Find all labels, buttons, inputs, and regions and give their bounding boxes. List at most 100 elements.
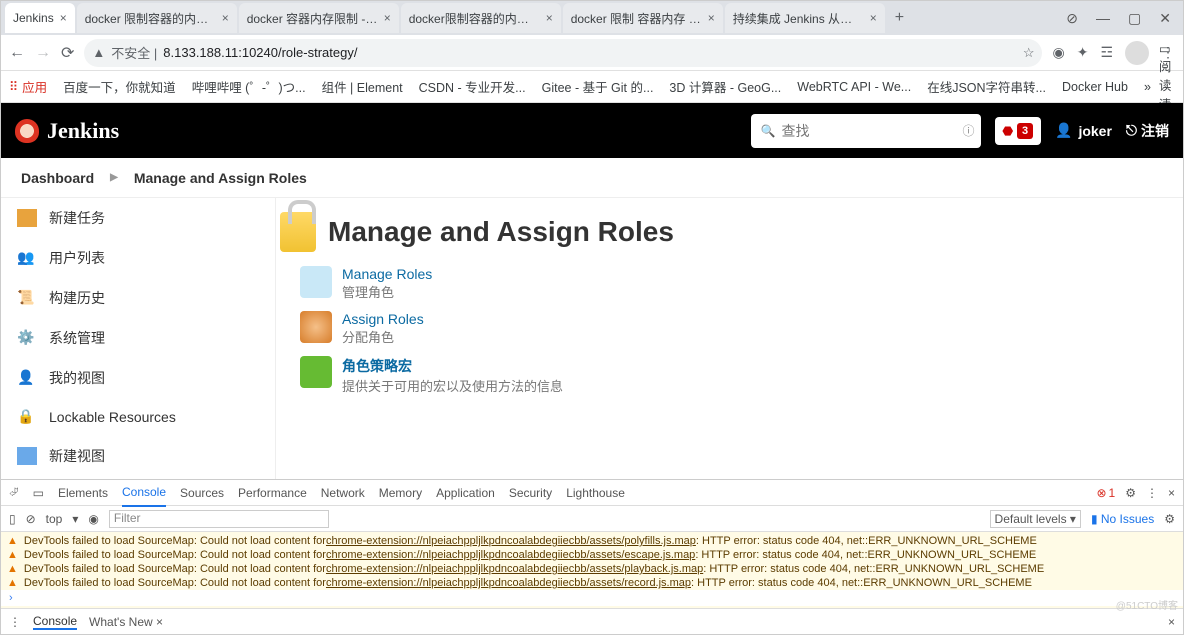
console-line: ▲DevTools failed to load SourceMap: Coul… [1,562,1183,576]
list-icon[interactable]: ☲ [1100,44,1113,61]
error-counter[interactable]: ⊗ 1 [1096,486,1115,500]
option-manage-roles[interactable]: Manage Roles管理角色 [300,266,1183,301]
back-icon[interactable]: ← [9,44,25,62]
url-text: 8.133.188.11:10240/role-strategy/ [163,45,357,60]
filter-input[interactable]: Filter [109,510,329,528]
sidebar-item-newview[interactable]: 新建视图 [1,436,275,476]
browser-tab[interactable]: Jenkins× [5,3,75,33]
bookmark-item[interactable]: CSDN - 专业开发... [419,77,526,96]
chevron-right-icon: ▶ [110,172,118,183]
star-icon[interactable]: ☆ [1023,45,1035,61]
clear-icon[interactable]: ⊘ [26,512,36,526]
footer-whatsnew[interactable]: What's New × [89,615,163,629]
dt-tab-security[interactable]: Security [509,480,552,506]
page-title: Manage and Assign Roles [328,216,674,248]
menu-icon[interactable]: ⋮ [1146,486,1158,500]
maximize-icon[interactable]: ▢ [1128,10,1141,27]
search-input[interactable] [781,123,962,139]
minimize-icon[interactable]: — [1096,10,1110,27]
bookmark-item[interactable]: WebRTC API - We... [797,80,911,94]
close-icon[interactable]: × [384,11,391,25]
people-icon: 👥 [17,249,37,267]
chevron-down-icon[interactable]: ▾ [72,512,78,526]
close-icon[interactable]: × [1168,486,1175,500]
bookmark-item[interactable]: 百度一下，你就知道 [63,77,176,96]
address-bar[interactable]: ▲ 不安全 | 8.133.188.11:10240/role-strategy… [84,39,1042,67]
lock-icon [280,212,316,252]
dt-tab-console[interactable]: Console [122,479,166,507]
sidebar-icon[interactable]: ▯ [9,512,16,526]
notification-badge[interactable]: ⬣ 3 [995,117,1041,145]
close-icon[interactable]: × [60,11,67,25]
history-icon: 📜 [17,289,37,307]
dt-tab-sources[interactable]: Sources [180,480,224,506]
close-icon[interactable]: × [1168,615,1175,629]
close-icon[interactable]: ✕ [1159,10,1171,27]
context-select[interactable]: top [46,512,63,526]
bookmark-item[interactable]: 3D 计算器 - GeoG... [669,77,781,96]
sidebar-item-new[interactable]: 新建任务 [1,198,275,238]
bookmark-item[interactable]: 哔哩哔哩 (゜-゜)つ... [192,77,306,96]
user-icon: 👤 [1055,122,1072,139]
bookmark-item[interactable]: Gitee - 基于 Git 的... [542,77,654,96]
dt-tab-lighthouse[interactable]: Lighthouse [566,480,625,506]
sidebar-item-manage[interactable]: ⚙️系统管理 [1,318,275,358]
browser-tab[interactable]: docker 容器内存限制 - CSD× [239,3,399,33]
bookmark-item[interactable]: 组件 | Element [322,77,403,96]
eye-icon[interactable]: ◉ [88,512,98,526]
dt-tab-application[interactable]: Application [436,480,495,506]
device-icon[interactable]: ▭ [33,486,44,500]
bookmark-item[interactable]: 在线JSON字符串转... [927,77,1046,96]
option-assign-roles[interactable]: Assign Roles分配角色 [300,311,1183,346]
close-icon[interactable]: × [546,11,553,25]
tab-strip: Jenkins× docker 限制容器的内存_百× docker 容器内存限制… [1,1,1183,35]
extensions-icon[interactable]: ✦ [1077,44,1089,61]
sidebar-item-people[interactable]: 👥用户列表 [1,238,275,278]
inspect-icon[interactable]: ⮰ [9,485,19,500]
console-line: ▲DevTools failed to load SourceMap: Coul… [1,548,1183,562]
browser-tab[interactable]: docker 限制容器的内存_百× [77,3,237,33]
apps-icon[interactable]: ⠿ 应用 [9,77,47,96]
devtools-footer: ⋮ Console What's New × × [1,608,1183,634]
dt-tab-elements[interactable]: Elements [58,480,108,506]
dt-tab-performance[interactable]: Performance [238,480,307,506]
bookmark-bar: ⠿ 应用 百度一下，你就知道 哔哩哔哩 (゜-゜)つ... 组件 | Eleme… [1,71,1183,103]
new-tab-button[interactable]: + [895,9,904,27]
console-prompt[interactable]: › [1,590,1183,606]
browser-tab[interactable]: 持续集成 Jenkins 从入门到× [725,3,885,33]
levels-select[interactable]: Default levels ▾ [990,510,1081,528]
issues-link[interactable]: ▮ No Issues [1091,512,1154,526]
dt-tab-memory[interactable]: Memory [379,480,422,506]
browser-tab[interactable]: docker限制容器的内存使用× [401,3,561,33]
sidebar-item-history[interactable]: 📜构建历史 [1,278,275,318]
puzzle-icon [300,356,332,388]
browser-tab[interactable]: docker 限制 容器内存 使用× [563,3,723,33]
folder-icon [17,447,37,465]
crumb-dashboard[interactable]: Dashboard [21,170,94,186]
gear-icon[interactable]: ⚙ [1164,512,1175,526]
help-icon[interactable]: ⓘ [962,122,974,139]
watermark: @51CTO博客 [1116,597,1178,612]
nosign-icon[interactable]: ⊘ [1066,10,1078,27]
dt-tab-network[interactable]: Network [321,480,365,506]
overflow-icon[interactable]: » [1144,80,1151,94]
bookmark-item[interactable]: Docker Hub [1062,80,1128,94]
logout-link[interactable]: ⎋ 注销 [1126,121,1169,141]
extension-icon[interactable]: ◉ [1052,44,1064,61]
jenkins-logo[interactable]: Jenkins [15,118,119,144]
search-box[interactable]: 🔍 ⓘ [751,114,981,148]
option-role-macros[interactable]: 角色策略宏提供关于可用的宏以及使用方法的信息 [300,356,1183,395]
reload-icon[interactable]: ⟳ [61,43,74,63]
sidebar-item-lockable[interactable]: 🔒Lockable Resources [1,398,275,436]
sidebar-item-myviews[interactable]: 👤我的视图 [1,358,275,398]
crumb-current[interactable]: Manage and Assign Roles [134,170,307,186]
forward-icon[interactable]: → [35,44,51,62]
close-icon[interactable]: × [870,11,877,25]
footer-console[interactable]: Console [33,614,77,630]
close-icon[interactable]: × [222,11,229,25]
menu-icon[interactable]: ⋮ [9,615,21,629]
warning-icon: ▲ [7,535,18,547]
gear-icon[interactable]: ⚙ [1125,486,1136,500]
close-icon[interactable]: × [708,11,715,25]
user-link[interactable]: 👤 joker [1055,122,1112,139]
